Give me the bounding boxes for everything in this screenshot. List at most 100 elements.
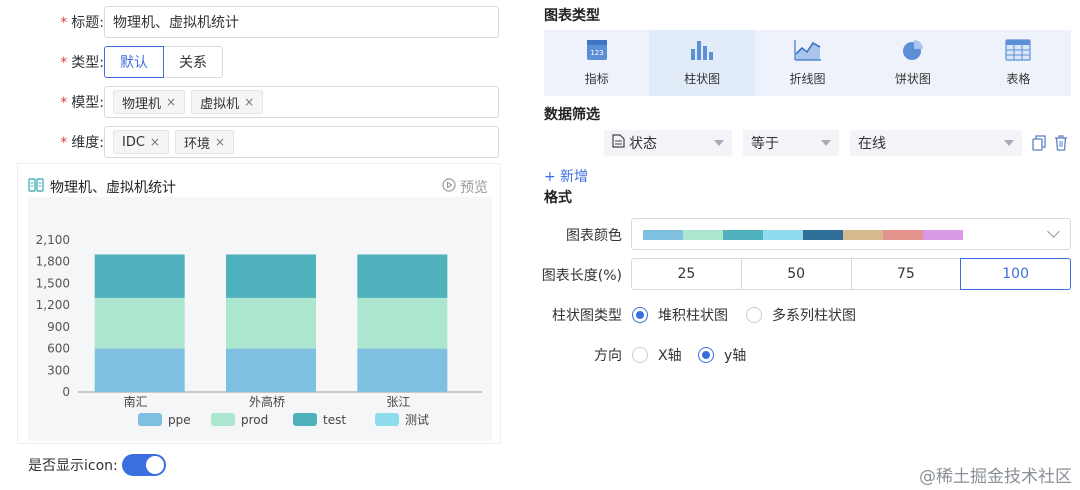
chart-type-label: 表格 — [1006, 72, 1031, 86]
chart-type-line[interactable]: 折线图 — [755, 30, 860, 96]
direction-y-label: y轴 — [724, 348, 747, 364]
format-title: 格式 — [544, 190, 572, 206]
chart-area: 0 300 600 900 1,200 1,500 1,800 2,100 南汇 外高桥 张江 ppe… — [28, 197, 492, 441]
chevron-down-icon — [714, 140, 724, 146]
bar-segment — [94, 254, 185, 298]
model-row: * 模型: — [0, 86, 104, 118]
chart-type-selector: 123 指标 柱状图 折线图 饼状图 表格 — [544, 30, 1071, 96]
radio-unchecked[interactable] — [746, 307, 762, 323]
legend-label: ppe — [168, 413, 191, 427]
preview-button[interactable]: 预览 — [442, 177, 488, 197]
type-label: * 类型: — [60, 55, 104, 71]
length-option-100[interactable]: 100 — [960, 258, 1071, 290]
preview-label: 预览 — [460, 180, 488, 196]
dimension-select[interactable]: IDC × 环境 × — [104, 126, 499, 158]
bar-segment — [226, 348, 316, 392]
chart-preview-card: 物理机、虚拟机统计 预览 0 300 600 900 1,200 1,500 1,800 2,… — [17, 163, 501, 444]
dimension-label: * 维度: — [60, 135, 104, 151]
type-row: * 类型: — [0, 46, 104, 78]
play-icon — [442, 178, 456, 196]
chart-type-pie[interactable]: 饼状图 — [860, 30, 965, 96]
close-icon[interactable]: × — [150, 135, 160, 149]
color-swatch — [883, 230, 923, 240]
bar-type-option-stacked[interactable]: 堆积柱状图 — [632, 305, 728, 325]
legend-label: test — [323, 413, 346, 427]
color-swatch — [803, 230, 843, 240]
color-swatch — [723, 230, 763, 240]
filter-operator-select[interactable]: 等于 — [743, 130, 839, 156]
length-option-50[interactable]: 50 — [740, 258, 852, 290]
color-swatch — [763, 230, 803, 240]
color-swatch — [683, 230, 723, 240]
radio-checked[interactable] — [698, 347, 714, 363]
chart-type-title: 图表类型 — [544, 8, 600, 24]
chart-type-label: 柱状图 — [684, 72, 721, 86]
color-swatch — [643, 230, 683, 240]
y-tick-label: 0 — [62, 385, 70, 399]
add-filter-link[interactable]: + 新增 — [544, 166, 588, 186]
y-tick-label: 1,800 — [36, 255, 70, 269]
filter-title: 数据筛选 — [544, 107, 600, 123]
length-option-25[interactable]: 25 — [631, 258, 742, 290]
bar-segment — [357, 348, 448, 392]
direction-label: 方向 — [594, 348, 622, 364]
delete-icon[interactable] — [1054, 135, 1068, 155]
filter-field-select[interactable]: 状态 — [604, 130, 732, 156]
dimension-row: * 维度: — [0, 126, 104, 158]
watermark: @稀土掘金技术社区 — [919, 467, 1072, 487]
type-option-relation[interactable]: 关系 — [164, 46, 223, 78]
color-swatches — [643, 230, 963, 240]
show-icon-row: 是否显示icon: — [28, 452, 166, 478]
color-label: 图表颜色 — [566, 228, 622, 244]
x-tick-label: 外高桥 — [249, 394, 285, 409]
chart-type-label: 指标 — [584, 72, 609, 86]
radio-unchecked[interactable] — [632, 347, 648, 363]
bar-type-option-grouped[interactable]: 多系列柱状图 — [746, 305, 856, 325]
model-select[interactable]: 物理机 × 虚拟机 × — [104, 86, 499, 118]
title-label: * 标题: — [60, 15, 104, 31]
book-icon — [28, 177, 44, 197]
type-option-default[interactable]: 默认 — [104, 46, 164, 78]
line-chart-icon — [793, 39, 822, 64]
bar-type-label: 柱状图类型 — [552, 308, 622, 324]
copy-icon[interactable] — [1032, 135, 1046, 155]
chart-type-bar[interactable]: 柱状图 — [649, 30, 755, 96]
show-icon-switch[interactable] — [121, 454, 166, 476]
doc-icon — [612, 134, 625, 152]
color-swatch — [843, 230, 883, 240]
title-input[interactable]: 物理机、虚拟机统计 — [104, 6, 499, 38]
chart-type-table[interactable]: 表格 — [966, 30, 1071, 96]
close-icon[interactable]: × — [166, 95, 176, 109]
dimension-tag: IDC × — [113, 130, 169, 154]
chart-type-indicator[interactable]: 123 指标 — [544, 30, 649, 96]
chart-type-label: 折线图 — [789, 72, 826, 86]
title-row: * 标题: — [0, 6, 104, 38]
color-swatch — [923, 230, 963, 240]
direction-option-y[interactable]: y轴 — [698, 345, 746, 365]
dimension-tag: 环境 × — [174, 130, 235, 154]
svg-text:123: 123 — [590, 49, 603, 57]
model-label: * 模型: — [60, 95, 104, 111]
bar-type-grouped-label: 多系列柱状图 — [772, 308, 856, 324]
radio-checked[interactable] — [632, 307, 648, 323]
legend-label: prod — [241, 413, 268, 427]
legend-swatch — [375, 413, 399, 426]
filter-value-select[interactable]: 在线 — [850, 130, 1022, 156]
legend-label: 测试 — [405, 412, 429, 427]
x-tick-label: 张江 — [386, 395, 410, 409]
close-icon[interactable]: × — [215, 135, 225, 149]
x-tick-label: 南汇 — [124, 394, 148, 409]
color-palette-select[interactable] — [631, 218, 1071, 250]
y-tick-label: 1,500 — [36, 276, 70, 290]
direction-option-x[interactable]: X轴 — [632, 345, 682, 365]
show-icon-label: 是否显示icon: — [28, 458, 118, 474]
close-icon[interactable]: × — [244, 95, 254, 109]
length-option-75[interactable]: 75 — [850, 258, 962, 290]
filter-value-value: 在线 — [858, 136, 886, 152]
bar-segment — [226, 297, 316, 349]
length-label: 图表长度(%) — [541, 268, 622, 284]
legend-swatch — [293, 413, 317, 426]
pie-chart-icon — [902, 39, 924, 64]
y-tick-label: 300 — [47, 363, 70, 377]
y-tick-label: 2,100 — [36, 233, 70, 247]
